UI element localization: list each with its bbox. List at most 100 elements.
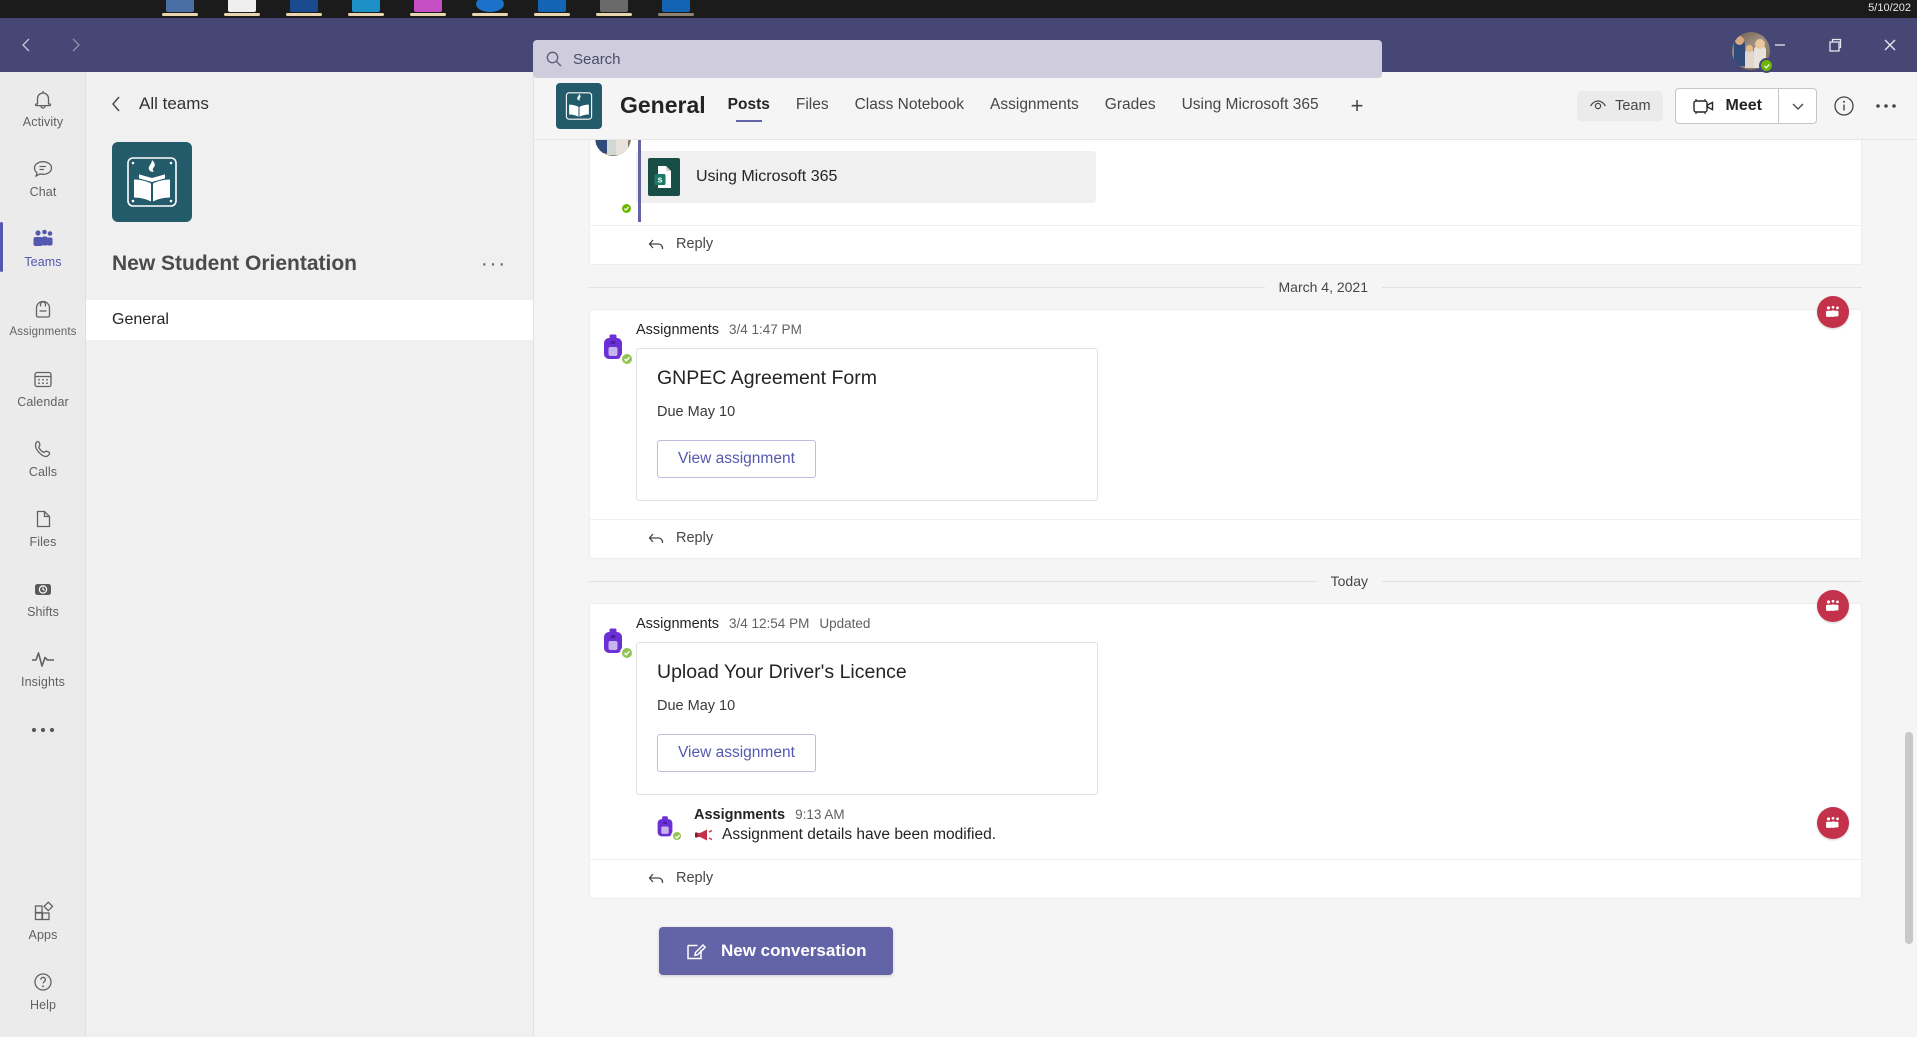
eye-icon [1589, 99, 1607, 113]
assignment-due-date: Due May 10 [657, 698, 1077, 714]
tab-posts[interactable]: Posts [728, 96, 770, 116]
rail-bottom-group: Apps Help [0, 885, 86, 1025]
teams-titlebar: Search [0, 18, 1917, 72]
teams-list-panel: All teams New Student Orientation ··· Ge… [86, 72, 534, 1037]
message-author: Assignments [636, 616, 719, 632]
search-placeholder: Search [573, 51, 621, 68]
sidebar-label-teams: Teams [24, 255, 61, 269]
sidebar-item-insights[interactable]: Insights [0, 632, 86, 702]
reaction-badge[interactable] [1817, 807, 1849, 839]
view-assignment-button[interactable]: View assignment [657, 440, 816, 478]
insights-icon [30, 646, 56, 672]
assignment-due-date: Due May 10 [657, 404, 1077, 420]
sidebar-item-activity[interactable]: Activity [0, 72, 86, 142]
team-name: New Student Orientation [112, 252, 357, 276]
reply-button[interactable]: Reply [590, 225, 1861, 264]
thread-accent-bar [638, 140, 641, 222]
verified-check-icon [620, 646, 634, 660]
sidebar-item-shifts[interactable]: Shifts [0, 562, 86, 632]
assignment-card[interactable]: GNPEC Agreement Form Due May 10 View ass… [636, 348, 1098, 501]
sidebar-item-files[interactable]: Files [0, 492, 86, 562]
taskbar-app-4[interactable] [346, 0, 386, 16]
view-assignment-button[interactable]: View assignment [657, 734, 816, 772]
sidebar-item-help[interactable]: Help [0, 955, 86, 1025]
day-divider-today: Today [589, 559, 1862, 603]
meet-dropdown-button[interactable] [1778, 89, 1816, 123]
verified-check-icon [671, 830, 683, 842]
message-meta: Assignments 3/4 12:54 PM Updated [636, 616, 1841, 632]
tab-class-notebook[interactable]: Class Notebook [855, 96, 964, 116]
meet-button-group: Meet [1675, 88, 1817, 124]
sidebar-item-calendar[interactable]: Calendar [0, 352, 86, 422]
assignment-card[interactable]: Upload Your Driver's Licence Due May 10 … [636, 642, 1098, 795]
taskbar-app-3[interactable] [284, 0, 324, 16]
forward-button[interactable] [58, 28, 92, 62]
tab-grades[interactable]: Grades [1105, 96, 1156, 116]
message-stream[interactable]: Added a new tab at the top of this chann… [534, 140, 1917, 973]
new-conversation-button[interactable]: New conversation [659, 927, 893, 975]
minimize-button[interactable] [1752, 18, 1807, 72]
backpack-icon [30, 297, 56, 323]
taskbar-app-9[interactable] [656, 0, 696, 16]
team-header: New Student Orientation ··· [86, 222, 533, 276]
assignments-bot-avatar [590, 616, 636, 801]
sidebar-label-shifts: Shifts [27, 605, 59, 619]
sidebar-item-apps[interactable]: Apps [0, 885, 86, 955]
message-author: Assignments [636, 322, 719, 338]
reaction-badge[interactable] [1817, 296, 1849, 328]
shifts-icon [30, 576, 56, 602]
sidebar-item-assignments[interactable]: Assignments [0, 282, 86, 352]
sidebar-item-teams[interactable]: Teams [0, 212, 86, 282]
compose-area: New conversation [534, 905, 1917, 1037]
os-taskbar: 5/10/202 [0, 0, 1917, 18]
reaction-badge[interactable] [1817, 590, 1849, 622]
tab-files[interactable]: Files [796, 96, 829, 116]
all-teams-back-button[interactable]: All teams [86, 72, 533, 114]
channel-info-icon[interactable] [1829, 91, 1859, 121]
presence-available-icon [620, 202, 633, 215]
close-button[interactable] [1862, 18, 1917, 72]
taskbar-app-2[interactable] [222, 0, 262, 16]
channel-avatar [556, 83, 602, 129]
window-controls [1752, 18, 1917, 72]
tab-assignments[interactable]: Assignments [990, 96, 1079, 116]
compose-pencil-icon [685, 940, 707, 962]
sidebar-label-insights: Insights [21, 675, 65, 689]
chevron-left-icon [110, 95, 123, 113]
reply-button[interactable]: Reply [590, 859, 1861, 898]
sidebar-more-apps-button[interactable] [0, 702, 86, 758]
team-chip-label: Team [1615, 98, 1650, 114]
channel-item-general[interactable]: General [86, 300, 533, 340]
assignment-title: Upload Your Driver's Licence [657, 661, 1077, 684]
team-more-options-button[interactable]: ··· [481, 254, 507, 274]
sidebar-item-calls[interactable]: Calls [0, 422, 86, 492]
apps-icon [30, 899, 56, 925]
message-avatar [590, 140, 636, 215]
taskbar-app-7[interactable] [532, 0, 572, 16]
all-teams-label: All teams [139, 94, 209, 114]
taskbar-app-5[interactable] [408, 0, 448, 16]
sidebar-label-apps: Apps [29, 928, 58, 942]
link-card-using-microsoft-365[interactable]: s Using Microsoft 365 [636, 151, 1096, 203]
tab-using-microsoft-365[interactable]: Using Microsoft 365 [1182, 96, 1319, 116]
back-button[interactable] [10, 28, 44, 62]
taskbar-app-8[interactable] [594, 0, 634, 16]
meet-button[interactable]: Meet [1676, 89, 1778, 123]
add-tab-button[interactable]: + [1351, 95, 1364, 117]
message-scrollbar[interactable] [1905, 732, 1913, 944]
maximize-button[interactable] [1807, 18, 1862, 72]
taskbar-app-1[interactable] [160, 0, 200, 16]
reply-button[interactable]: Reply [590, 519, 1861, 558]
nested-message-meta: Assignments 9:13 AM [694, 807, 1861, 823]
new-conversation-label: New conversation [721, 941, 867, 961]
taskbar-app-6[interactable] [470, 0, 510, 16]
message-block-drivers-licence: Assignments 3/4 12:54 PM Updated Upload … [589, 603, 1862, 899]
team-visibility-button[interactable]: Team [1577, 91, 1662, 121]
help-icon [30, 969, 56, 995]
sidebar-label-calendar: Calendar [17, 395, 69, 409]
sidebar-item-chat[interactable]: Chat [0, 142, 86, 212]
search-bar[interactable]: Search [533, 40, 1382, 78]
sidebar-label-help: Help [30, 998, 56, 1012]
channel-more-options-icon[interactable] [1871, 91, 1901, 121]
nested-message-author: Assignments [694, 807, 785, 823]
